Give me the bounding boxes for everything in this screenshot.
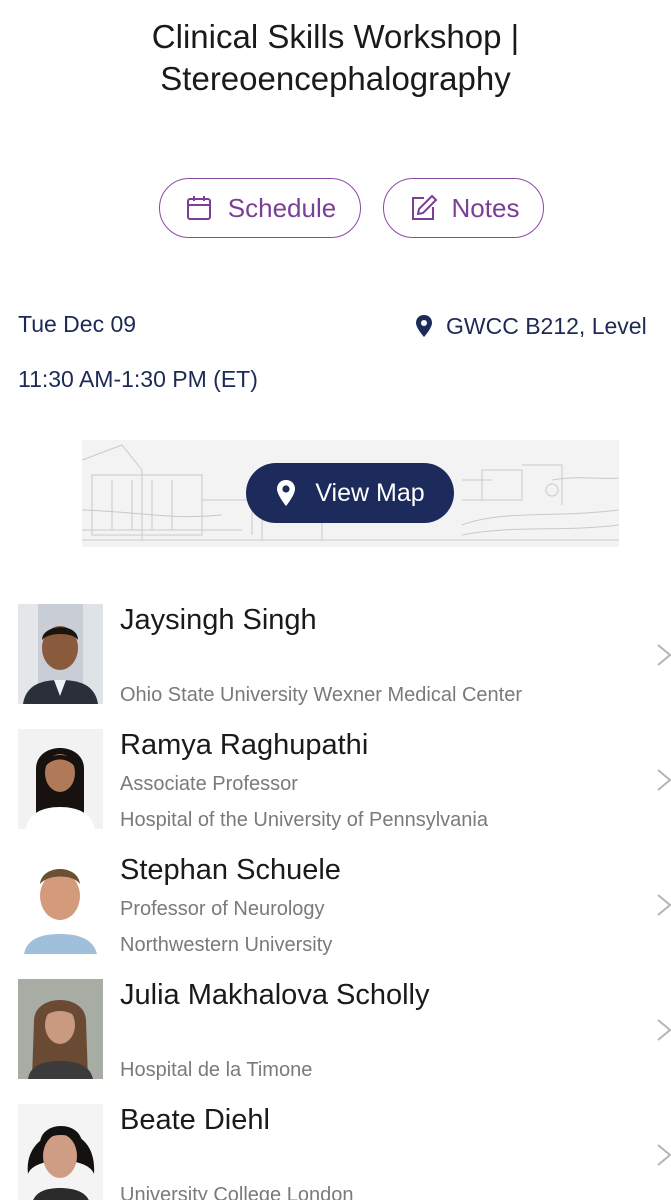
chevron-right-icon	[652, 642, 671, 668]
speaker-photo	[18, 854, 103, 954]
speaker-row[interactable]: Julia Makhalova Scholly Hospital de la T…	[0, 979, 671, 1089]
speaker-name: Julia Makhalova Scholly	[120, 979, 430, 1011]
schedule-button-label: Schedule	[227, 192, 337, 223]
speaker-institution: Ohio State University Wexner Medical Cen…	[120, 684, 523, 706]
session-date: Tue Dec 09	[18, 311, 137, 337]
speaker-photo	[18, 729, 103, 829]
schedule-button[interactable]: Schedule	[159, 178, 361, 238]
map-preview[interactable]: View Map	[82, 440, 619, 547]
speaker-photo	[18, 1104, 103, 1200]
speaker-row[interactable]: Ramya Raghupathi Associate Professor Hos…	[0, 729, 671, 839]
speaker-institution: University College London	[120, 1184, 354, 1200]
chevron-right-icon	[652, 767, 671, 793]
speaker-photo	[18, 979, 103, 1079]
location-text: GWCC B212, Level	[446, 312, 647, 339]
session-location[interactable]: GWCC B212, Level	[414, 311, 671, 341]
calendar-icon	[186, 196, 211, 220]
speaker-name: Stephan Schuele	[120, 854, 341, 886]
speaker-row[interactable]: Jaysingh Singh Ohio State University Wex…	[0, 604, 671, 714]
speaker-name: Beate Diehl	[120, 1104, 270, 1136]
speaker-role: Associate Professor	[120, 773, 298, 795]
speaker-photo	[18, 604, 103, 704]
view-map-label: View Map	[315, 478, 425, 507]
map-pin-icon	[277, 480, 296, 506]
chevron-right-icon	[652, 1142, 671, 1168]
notes-button[interactable]: Notes	[383, 178, 544, 238]
session-time: 11:30 AM-1:30 PM (ET)	[18, 366, 258, 392]
speaker-row[interactable]: Beate Diehl University College London	[0, 1104, 671, 1200]
speaker-name: Ramya Raghupathi	[120, 729, 369, 761]
speaker-institution: Hospital de la Timone	[120, 1059, 313, 1081]
speaker-name: Jaysingh Singh	[120, 604, 317, 636]
view-map-button[interactable]: View Map	[246, 463, 454, 523]
map-pin-icon	[416, 315, 432, 337]
speaker-institution: Northwestern University	[120, 934, 333, 956]
speaker-role: Professor of Neurology	[120, 898, 325, 920]
speaker-row[interactable]: Stephan Schuele Professor of Neurology N…	[0, 854, 671, 964]
session-title-line2: Stereoencephalography	[160, 60, 511, 97]
notes-button-label: Notes	[451, 192, 520, 223]
edit-icon	[411, 194, 437, 220]
chevron-right-icon	[652, 1017, 671, 1043]
chevron-right-icon	[652, 892, 671, 918]
page-title: Clinical Skills Workshop | Stereoencepha…	[0, 16, 671, 100]
speaker-institution: Hospital of the University of Pennsylvan…	[120, 809, 488, 831]
session-title-line1: Clinical Skills Workshop |	[151, 18, 520, 55]
